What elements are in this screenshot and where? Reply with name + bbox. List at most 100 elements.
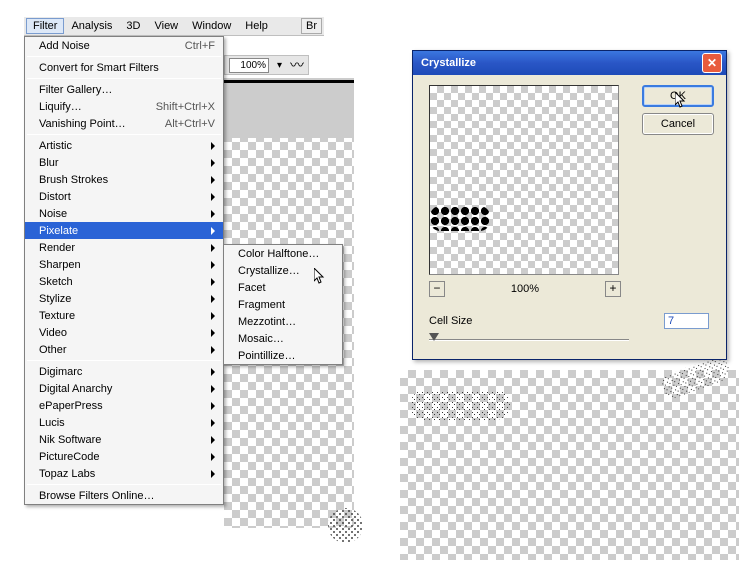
zoom-in-button[interactable]: + [605,281,621,297]
crystallize-dialog: Crystallize ✕ − 100% + Cell Size OK Canc… [412,50,727,360]
menu-item-label: Liquify… [39,101,82,113]
menu-item-label: Crystallize… [238,265,300,277]
menu-item-browse-online[interactable]: Browse Filters Online… [25,487,223,504]
menu-item-label: Nik Software [39,434,101,446]
cell-size-label: Cell Size [429,315,472,327]
menu-item-label: Fragment [238,299,285,311]
menu-item-blur[interactable]: Blur [25,154,223,171]
menu-item-label: Video [39,327,67,339]
cancel-button[interactable]: Cancel [642,113,714,135]
submenu-item-facet[interactable]: Facet [224,279,342,296]
submenu-arrow-icon [211,312,215,320]
menu-item-artistic[interactable]: Artistic [25,137,223,154]
menu-item-last-filter[interactable]: Add Noise Ctrl+F [25,37,223,54]
menu-item-epaperpress[interactable]: ePaperPress [25,397,223,414]
menu-item-accel: Ctrl+F [185,40,215,52]
submenu-arrow-icon [211,295,215,303]
menu-item-label: Blur [39,157,59,169]
pixelate-submenu[interactable]: Color Halftone… Crystallize… Facet Fragm… [223,244,343,365]
menu-separator [27,56,221,57]
menu-item-label: Vanishing Point… [39,118,126,130]
submenu-arrow-icon [211,244,215,252]
menu-item-nik-software[interactable]: Nik Software [25,431,223,448]
zoom-out-button[interactable]: − [429,281,445,297]
menu-item-liquify[interactable]: Liquify… Shift+Ctrl+X [25,98,223,115]
app-menubar[interactable]: Filter Analysis 3D View Window Help Br [24,16,324,36]
submenu-arrow-icon [211,453,215,461]
slider-thumb-icon[interactable] [429,333,439,341]
menu-item-render[interactable]: Render [25,239,223,256]
submenu-item-mezzotint[interactable]: Mezzotint… [224,313,342,330]
submenu-arrow-icon [211,261,215,269]
close-button[interactable]: ✕ [702,53,722,73]
submenu-arrow-icon [211,470,215,478]
menu-item-vanishing-point[interactable]: Vanishing Point… Alt+Ctrl+V [25,115,223,132]
menu-window[interactable]: Window [185,18,238,34]
menu-item-pixelate[interactable]: Pixelate [25,222,223,239]
menu-item-convert-smart[interactable]: Convert for Smart Filters [25,59,223,76]
ok-button[interactable]: OK [642,85,714,107]
menu-item-sharpen[interactable]: Sharpen [25,256,223,273]
menu-item-label: Add Noise [39,40,90,52]
menu-item-label: PictureCode [39,451,100,463]
menu-item-label: ePaperPress [39,400,103,412]
menu-help[interactable]: Help [238,18,275,34]
cell-size-slider[interactable] [429,333,629,347]
submenu-arrow-icon [211,227,215,235]
filter-menu-dropdown[interactable]: Add Noise Ctrl+F Convert for Smart Filte… [24,36,224,505]
brush-squiggle-icon: 〰 [290,55,304,75]
menu-item-label: Topaz Labs [39,468,95,480]
submenu-item-crystallize[interactable]: Crystallize… [224,262,342,279]
menu-item-filter-gallery[interactable]: Filter Gallery… [25,81,223,98]
submenu-arrow-icon [211,210,215,218]
cell-size-input[interactable] [664,313,709,329]
menu-item-label: Noise [39,208,67,220]
bridge-button[interactable]: Br [301,18,322,34]
submenu-arrow-icon [211,419,215,427]
zoom-value-field[interactable] [229,58,269,73]
menu-view[interactable]: View [147,18,185,34]
menu-separator [27,484,221,485]
filter-preview[interactable] [429,85,619,275]
submenu-item-color-halftone[interactable]: Color Halftone… [224,245,342,262]
menu-item-other[interactable]: Other [25,341,223,358]
submenu-item-pointillize[interactable]: Pointillize… [224,347,342,364]
menu-item-brush-strokes[interactable]: Brush Strokes [25,171,223,188]
menu-item-sketch[interactable]: Sketch [25,273,223,290]
menu-item-lucis[interactable]: Lucis [25,414,223,431]
menu-item-label: Texture [39,310,75,322]
menu-item-video[interactable]: Video [25,324,223,341]
menu-item-label: Sharpen [39,259,81,271]
menu-item-distort[interactable]: Distort [25,188,223,205]
submenu-arrow-icon [211,159,215,167]
submenu-arrow-icon [211,346,215,354]
menu-item-noise[interactable]: Noise [25,205,223,222]
canvas-content-blob [328,508,363,543]
canvas-content-blob [410,390,510,420]
preview-content [430,206,490,231]
menu-item-label: Digimarc [39,366,82,378]
zoom-level-label: 100% [511,283,539,295]
dialog-titlebar[interactable]: Crystallize ✕ [413,51,726,75]
menu-filter[interactable]: Filter [26,18,64,34]
arrow-down-icon[interactable]: ▾ [277,60,282,71]
menu-item-accel: Shift+Ctrl+X [156,101,215,113]
menu-item-label: Convert for Smart Filters [39,62,159,74]
submenu-arrow-icon [211,385,215,393]
menu-item-label: Facet [238,282,266,294]
menu-item-digital-anarchy[interactable]: Digital Anarchy [25,380,223,397]
submenu-item-fragment[interactable]: Fragment [224,296,342,313]
menu-item-stylize[interactable]: Stylize [25,290,223,307]
menu-item-digimarc[interactable]: Digimarc [25,363,223,380]
menu-analysis[interactable]: Analysis [64,18,119,34]
menu-3d[interactable]: 3D [119,18,147,34]
submenu-item-mosaic[interactable]: Mosaic… [224,330,342,347]
menu-item-topaz-labs[interactable]: Topaz Labs [25,465,223,482]
menu-separator [27,360,221,361]
menu-item-picturecode[interactable]: PictureCode [25,448,223,465]
menu-item-label: Stylize [39,293,71,305]
menu-item-label: Mosaic… [238,333,284,345]
menu-item-label: Digital Anarchy [39,383,112,395]
menu-separator [27,78,221,79]
menu-item-texture[interactable]: Texture [25,307,223,324]
